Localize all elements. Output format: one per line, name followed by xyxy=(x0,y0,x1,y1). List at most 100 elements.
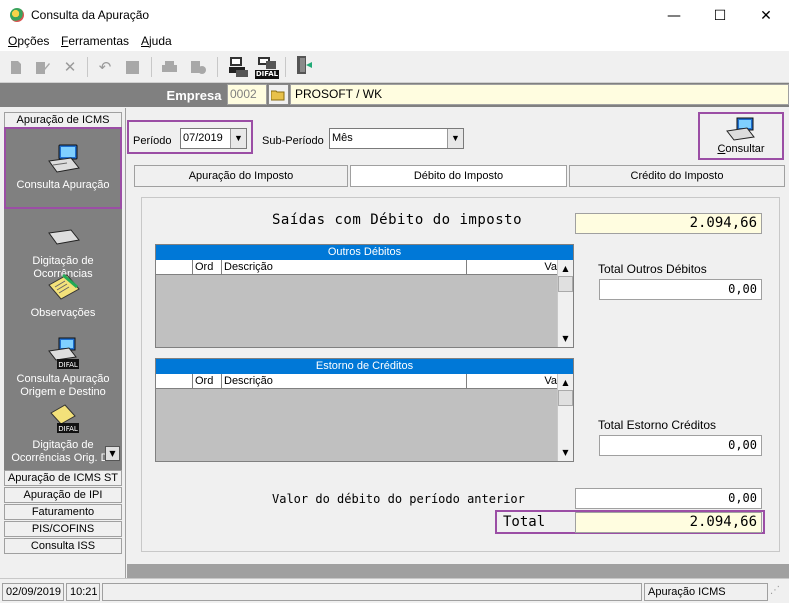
new-icon[interactable] xyxy=(7,58,25,76)
window-title: Consulta da Apuração xyxy=(31,8,150,22)
menu-ajuda[interactable]: Ajuda xyxy=(141,34,172,48)
col-indicator xyxy=(156,374,193,389)
folder-open-icon[interactable] xyxy=(268,84,289,105)
estorno-creditos-grid[interactable]: Estorno de Créditos Ord Descrição Va ▲ ▼ xyxy=(155,358,574,462)
tab-credito[interactable]: Crédito do Imposto xyxy=(569,165,785,187)
notepad-icon xyxy=(45,271,81,305)
scroll-thumb[interactable] xyxy=(558,276,573,292)
total-outros-value: 0,00 xyxy=(599,279,762,300)
consultar-label: Consultar xyxy=(700,143,782,155)
toolbar: ✕ ↶ DIFAL xyxy=(0,51,789,83)
subperiodo-value: Mês xyxy=(332,132,353,144)
sidebar-item-label: Consulta Apuração Origem e Destino xyxy=(16,373,110,398)
anterior-value: 0,00 xyxy=(575,488,762,509)
computer-icon xyxy=(45,143,81,177)
exit-icon[interactable] xyxy=(294,56,312,74)
outros-debitos-header: Ord Descrição Va xyxy=(156,260,557,275)
total-estorno-value: 0,00 xyxy=(599,435,762,456)
scroll-down-icon[interactable]: ▼ xyxy=(558,444,573,460)
report-icon[interactable] xyxy=(228,55,250,79)
delete-icon[interactable]: ✕ xyxy=(61,58,79,76)
sidebar-item-label: Observações xyxy=(30,307,96,319)
total-value: 2.094,66 xyxy=(575,512,762,533)
outros-debitos-scrollbar[interactable]: ▲ ▼ xyxy=(557,260,573,347)
scroll-down-icon[interactable]: ▼ xyxy=(558,330,573,346)
outros-debitos-grid[interactable]: Outros Débitos Ord Descrição Va ▲ ▼ xyxy=(155,244,574,348)
sidebar-scroll-down-icon[interactable]: ▼ xyxy=(105,446,120,461)
tab-apuracao[interactable]: Apuração do Imposto xyxy=(134,165,348,187)
print-preview-icon[interactable] xyxy=(189,58,207,76)
outros-debitos-title: Outros Débitos xyxy=(156,245,573,260)
app-icon xyxy=(10,8,24,22)
toolbar-separator xyxy=(87,57,88,77)
sidebar-section-faturamento[interactable]: Faturamento xyxy=(4,504,122,520)
resize-grip-icon[interactable]: ⋰ xyxy=(770,585,786,601)
sidebar-item-consulta-apuracao[interactable]: Consulta Apuração xyxy=(4,127,122,209)
stop-icon[interactable] xyxy=(123,58,141,76)
difal-computer-icon: DIFAL xyxy=(45,337,81,371)
sidebar-section-apuracao-icms[interactable]: Apuração de ICMS xyxy=(4,112,122,128)
empresa-name-field: PROSOFT / WK xyxy=(290,84,789,105)
sidebar-section-pis-cofins[interactable]: PIS/COFINS xyxy=(4,521,122,537)
saidas-value: 2.094,66 xyxy=(575,213,762,234)
status-date: 02/09/2019 xyxy=(2,583,64,601)
subperiodo-label: Sub-Período xyxy=(262,135,324,147)
computer-icon xyxy=(723,117,759,143)
edit-icon[interactable] xyxy=(33,58,51,76)
estorno-creditos-scrollbar[interactable]: ▲ ▼ xyxy=(557,374,573,461)
print-icon[interactable] xyxy=(160,58,178,76)
sidebar-section-icms-st[interactable]: Apuração de ICMS ST xyxy=(4,470,122,486)
total-outros-label: Total Outros Débitos xyxy=(598,262,707,276)
periodo-select[interactable]: 07/2019 ▼ xyxy=(180,128,247,149)
sidebar-section-consulta-iss[interactable]: Consulta ISS xyxy=(4,538,122,554)
subperiodo-select[interactable]: Mês ▼ xyxy=(329,128,464,149)
menu-ferramentas[interactable]: Ferramentas xyxy=(61,34,129,48)
chevron-down-icon[interactable]: ▼ xyxy=(447,129,463,148)
periodo-value: 07/2019 xyxy=(183,132,223,144)
sidebar-item-observacoes[interactable]: Observações xyxy=(4,271,122,320)
maximize-button[interactable]: ☐ xyxy=(697,0,743,31)
estorno-creditos-header: Ord Descrição Va xyxy=(156,374,557,389)
sidebar-section-ipi[interactable]: Apuração de IPI xyxy=(4,487,122,503)
empresa-code-field[interactable]: 0002 xyxy=(227,84,267,105)
scroll-up-icon[interactable]: ▲ xyxy=(558,260,573,276)
menu-ajuda-accel: A xyxy=(141,34,150,48)
toolbar-separator xyxy=(151,57,152,77)
sidebar-item-label: Digitação de Ocorrências Orig. De xyxy=(11,439,115,464)
toolbar-separator xyxy=(285,57,286,77)
title-bar: Consulta da Apuração — ☐ ✕ xyxy=(0,0,789,31)
menu-ferramentas-label: erramentas xyxy=(68,34,130,48)
scroll-thumb[interactable] xyxy=(558,390,573,406)
periodo-label: Período xyxy=(133,135,172,147)
difal-icon[interactable]: DIFAL xyxy=(254,54,280,80)
menu-ajuda-label: juda xyxy=(149,34,172,48)
col-descricao: Descrição xyxy=(222,260,467,275)
horizontal-scrollbar[interactable] xyxy=(127,564,789,578)
menu-opcoes-accel: O xyxy=(8,34,18,48)
consultar-button[interactable]: Consultar xyxy=(698,112,784,160)
menu-opcoes-label: pções xyxy=(17,34,50,48)
col-descricao: Descrição xyxy=(222,374,467,389)
scroll-up-icon[interactable]: ▲ xyxy=(558,374,573,390)
minimize-button[interactable]: — xyxy=(651,0,697,31)
estorno-creditos-title: Estorno de Créditos xyxy=(156,359,573,374)
status-message xyxy=(102,583,642,601)
col-indicator xyxy=(156,260,193,275)
chevron-down-icon[interactable]: ▼ xyxy=(230,129,246,148)
col-valor: Va xyxy=(544,261,557,273)
status-bar: 02/09/2019 10:21 Apuração ICMS ⋰ xyxy=(0,578,789,603)
difal-badge: DIFAL xyxy=(58,425,78,433)
undo-icon[interactable]: ↶ xyxy=(96,58,114,76)
status-time: 10:21 xyxy=(66,583,100,601)
col-ord: Ord xyxy=(193,260,222,275)
close-button[interactable]: ✕ xyxy=(743,0,789,31)
difal-badge: DIFAL xyxy=(254,69,280,79)
toolbar-separator xyxy=(217,57,218,77)
total-estorno-label: Total Estorno Créditos xyxy=(598,418,717,432)
total-label: Total xyxy=(503,514,546,530)
sidebar-panel: Consulta Apuração Digitação de Ocorrênci… xyxy=(4,127,122,470)
sidebar-item-consulta-origem-destino[interactable]: DIFAL Consulta Apuração Origem e Destino xyxy=(4,337,122,399)
tab-debito[interactable]: Débito do Imposto xyxy=(350,165,567,187)
menu-opcoes[interactable]: Opções xyxy=(8,34,49,48)
menu-bar: Opções Ferramentas Ajuda xyxy=(0,31,789,51)
